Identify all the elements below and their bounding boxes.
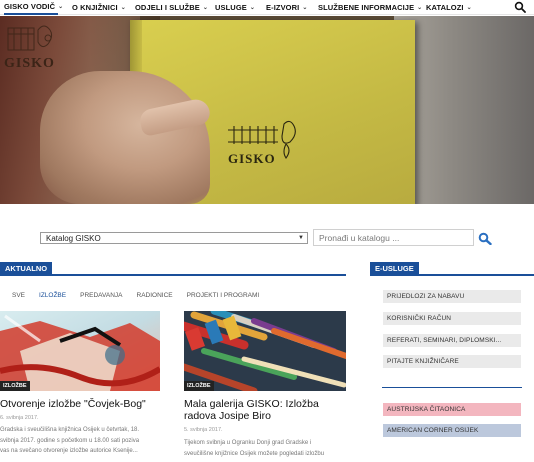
article-title[interactable]: Otvorenje izložbe "Čovjek-Bog" xyxy=(0,398,146,410)
main-navigation: GISKO VODIČ ⌄ O KNJIŽNICI ⌄ ODJELI I SLUŽB… xyxy=(0,0,534,15)
article-title-line: Mala galerija GISKO: Izložba xyxy=(184,398,319,410)
aktualno-filter-tabs: SVE IZLOŽBE PREDAVANJA RADIONICE PROJEKT… xyxy=(12,292,273,299)
category-badge[interactable]: IZLOŽBE xyxy=(0,381,30,391)
link-referati-seminari[interactable]: REFERATI, SEMINARI, DIPLOMSKI... xyxy=(383,334,521,347)
nav-item-label: E-IZVORI xyxy=(266,2,300,12)
caret-down-icon: ▼ xyxy=(298,235,304,241)
article-image[interactable]: IZLOŽBE xyxy=(0,311,160,391)
catalog-select-value: Katalog GISKO xyxy=(46,233,101,243)
hero-book-stamp-text: GISKO xyxy=(228,151,276,166)
link-prijedlozi-za-nabavu[interactable]: PRIJEDLOZI ZA NABAVU xyxy=(383,290,521,303)
nav-item-odjeli-i-sluzbe[interactable]: ODJELI I SLUŽBE ⌄ xyxy=(135,0,208,15)
nav-item-gisko-vodic[interactable]: GISKO VODIČ ⌄ xyxy=(4,0,63,15)
hero-background-right xyxy=(394,16,534,204)
chevron-down-icon: ⌄ xyxy=(249,4,255,11)
article-excerpt: Gradska i sveučilišna knjižnica Osijek u… xyxy=(0,425,139,457)
chevron-down-icon: ⌄ xyxy=(58,3,64,10)
section-divider xyxy=(0,274,346,276)
nav-item-usluge[interactable]: USLUGE ⌄ xyxy=(215,0,255,15)
nav-item-label: USLUGE xyxy=(215,2,247,12)
excerpt-line: sveučilišne knjižnice Osijek možete pogl… xyxy=(184,450,325,457)
article-thumbnail xyxy=(0,311,160,391)
link-korisnicki-racun[interactable]: KORISNIČKI RAČUN xyxy=(383,312,521,325)
tab-projekti-i-programi[interactable]: PROJEKTI I PROGRAMI xyxy=(187,292,260,299)
chevron-down-icon: ⌄ xyxy=(302,4,308,11)
nav-item-o-knjiznici[interactable]: O KNJIŽNICI ⌄ xyxy=(72,0,126,15)
category-badge[interactable]: IZLOŽBE xyxy=(184,381,214,391)
article-title-line: radova Josipe Biro xyxy=(184,410,271,422)
tab-izlozbe[interactable]: IZLOŽBE xyxy=(39,292,66,299)
chevron-down-icon: ⌄ xyxy=(466,4,472,11)
section-divider xyxy=(370,274,534,276)
chevron-down-icon: ⌄ xyxy=(120,4,126,11)
nav-item-sluzbene-informacije[interactable]: SLUŽBENE INFORMACIJE ⌄ xyxy=(318,0,422,15)
article-date: 6. svibnja 2017. xyxy=(0,415,39,421)
nav-item-katalozi[interactable]: KATALOZI ⌄ xyxy=(426,0,472,15)
tab-radionice[interactable]: RADIONICE xyxy=(137,292,173,299)
link-austrijska-citaonica[interactable]: AUSTRIJSKA ČITAONICA xyxy=(383,403,521,416)
chevron-down-icon: ⌄ xyxy=(202,4,208,11)
article-image[interactable]: IZLOŽBE xyxy=(184,311,346,391)
article-date: 5. svibnja 2017. xyxy=(184,427,223,433)
search-icon[interactable] xyxy=(514,1,526,13)
excerpt-line: svibnja 2017. godine s početkom u 18.00 … xyxy=(0,437,140,444)
excerpt-line: vas na svečano otvorenje izložbe autoric… xyxy=(0,448,138,454)
tab-predavanja[interactable]: PREDAVANJA xyxy=(80,292,122,299)
link-american-corner-osijek[interactable]: AMERICAN CORNER OSIJEK xyxy=(383,424,521,437)
hero-logo-text: GISKO xyxy=(4,56,55,71)
article-excerpt: Tijekom svibnja u Ogranku Donji grad Gra… xyxy=(184,438,324,459)
article-title[interactable]: Mala galerija GISKO: Izložba radova Josi… xyxy=(184,398,319,422)
search-icon[interactable] xyxy=(478,232,492,245)
catalog-select[interactable]: Katalog GISKO ▼ xyxy=(40,232,308,244)
nav-item-label: KATALOZI xyxy=(426,2,464,12)
catalog-search-input[interactable] xyxy=(313,229,474,246)
hero-banner: GISKO GISKO xyxy=(0,16,534,204)
excerpt-line: Tijekom svibnja u Ogranku Donji grad Gra… xyxy=(184,440,312,446)
nav-item-label: GISKO VODIČ xyxy=(4,1,56,11)
sidebar-divider xyxy=(382,387,522,388)
nav-item-label: SLUŽBENE INFORMACIJE xyxy=(318,2,415,12)
nav-item-label: ODJELI I SLUŽBE xyxy=(135,2,200,12)
tab-sve[interactable]: SVE xyxy=(12,292,25,299)
link-pitajte-knjiznicare[interactable]: PITAJTE KNJIŽNIČARE xyxy=(383,355,521,368)
excerpt-line: Gradska i sveučilišna knjižnica Osijek u… xyxy=(0,427,140,433)
nav-item-label: O KNJIŽNICI xyxy=(72,2,118,12)
article-thumbnail xyxy=(184,311,346,391)
chevron-down-icon: ⌄ xyxy=(417,4,423,11)
nav-item-e-izvori[interactable]: E-IZVORI ⌄ xyxy=(266,0,307,15)
